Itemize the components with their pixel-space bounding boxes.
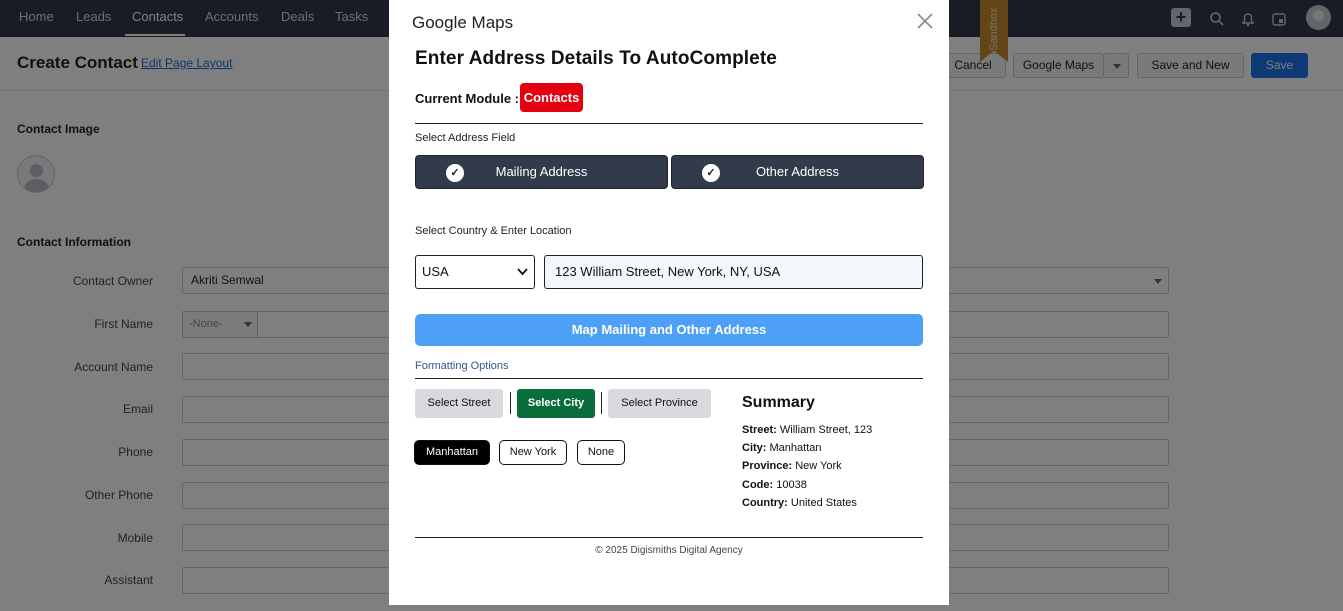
current-module-badge: Contacts: [520, 83, 583, 112]
other-address-label: Other Address: [755, 164, 840, 179]
mailing-address-label: Mailing Address: [495, 164, 588, 179]
select-address-label: Select Address Field: [415, 132, 516, 144]
mailing-address-button[interactable]: ✓ Mailing Address: [415, 155, 668, 189]
formatting-options-label: Formatting Options: [415, 360, 509, 372]
select-province-button[interactable]: Select Province: [608, 389, 711, 418]
select-city-button[interactable]: Select City: [517, 389, 595, 418]
divider: [415, 378, 923, 379]
footer-copyright: © 2025 Digismiths Digital Agency: [595, 545, 743, 556]
map-addresses-button[interactable]: Map Mailing and Other Address: [415, 314, 923, 346]
current-module-label: Current Module :: [415, 91, 519, 106]
country-value: USA: [422, 264, 449, 279]
chip-new-york[interactable]: New York: [499, 440, 567, 465]
modal-heading: Enter Address Details To AutoComplete: [415, 48, 777, 69]
location-input[interactable]: 123 William Street, New York, NY, USA: [544, 255, 923, 289]
country-location-label: Select Country & Enter Location: [415, 225, 572, 237]
summary-country: Country: United States: [742, 497, 857, 509]
summary-code: Code: 10038: [742, 479, 807, 491]
summary-province: Province: New York: [742, 460, 842, 472]
modal-title: Google Maps: [412, 13, 514, 32]
divider: [415, 537, 923, 538]
summary-street: Street: William Street, 123: [742, 424, 873, 436]
chip-none[interactable]: None: [577, 440, 625, 465]
chevron-down-icon: [517, 268, 528, 276]
google-maps-modal: Google Maps Enter Address Details To Aut…: [389, 0, 949, 605]
summary-city: City: Manhattan: [742, 442, 822, 454]
divider: [415, 123, 923, 124]
chip-manhattan[interactable]: Manhattan: [414, 440, 490, 465]
separator: [601, 392, 602, 414]
country-select[interactable]: USA: [415, 255, 535, 289]
summary-title: Summary: [742, 394, 815, 411]
separator: [510, 392, 511, 414]
close-icon[interactable]: [915, 11, 935, 31]
select-street-button[interactable]: Select Street: [415, 389, 503, 418]
location-value: 123 William Street, New York, NY, USA: [555, 264, 781, 279]
other-address-button[interactable]: ✓ Other Address: [671, 155, 924, 189]
